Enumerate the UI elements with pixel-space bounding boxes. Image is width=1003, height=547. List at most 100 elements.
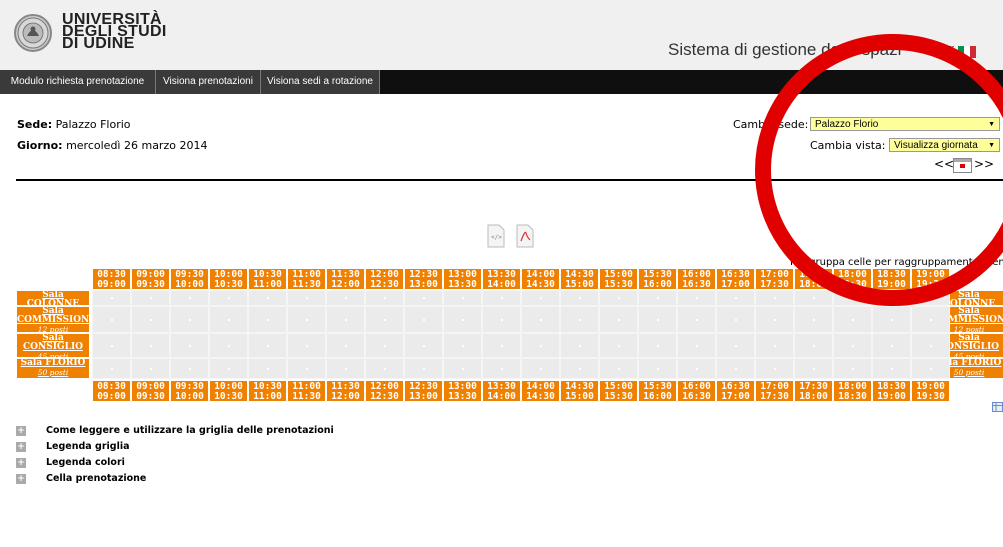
- booking-slot-cell[interactable]: [92, 358, 131, 379]
- booking-slot-cell[interactable]: [911, 306, 950, 333]
- booking-slot-cell[interactable]: [209, 358, 248, 379]
- room-name[interactable]: Sala FLORIO: [17, 359, 89, 368]
- booking-slot-cell[interactable]: [560, 333, 599, 358]
- booking-slot-cell[interactable]: [794, 358, 833, 379]
- booking-slot-cell[interactable]: [716, 290, 755, 306]
- tab-modulo-richiesta[interactable]: Modulo richiesta prenotazione: [0, 70, 156, 94]
- booking-slot-cell[interactable]: [911, 333, 950, 358]
- room-capacity[interactable]: 50 posti: [17, 368, 89, 377]
- booking-slot-cell[interactable]: [560, 290, 599, 306]
- booking-slot-cell[interactable]: [365, 290, 404, 306]
- booking-slot-cell[interactable]: [248, 333, 287, 358]
- booking-slot-cell[interactable]: [365, 358, 404, 379]
- booking-slot-cell[interactable]: [131, 358, 170, 379]
- booking-slot-cell[interactable]: [716, 306, 755, 333]
- booking-slot-cell[interactable]: [560, 306, 599, 333]
- booking-slot-cell[interactable]: [170, 358, 209, 379]
- booking-slot-cell[interactable]: [794, 333, 833, 358]
- booking-slot-cell[interactable]: [131, 290, 170, 306]
- booking-slot-cell[interactable]: [365, 306, 404, 333]
- booking-slot-cell[interactable]: [755, 333, 794, 358]
- booking-slot-cell[interactable]: [521, 358, 560, 379]
- spreadsheet-export-icon[interactable]: [992, 397, 1003, 412]
- booking-slot-cell[interactable]: [365, 333, 404, 358]
- export-pdf-icon[interactable]: [515, 224, 535, 248]
- booking-slot-cell[interactable]: [482, 290, 521, 306]
- room-capacity[interactable]: 12 posti: [17, 325, 89, 332]
- booking-slot-cell[interactable]: [521, 290, 560, 306]
- booking-slot-cell[interactable]: [638, 333, 677, 358]
- booking-slot-cell[interactable]: [131, 306, 170, 333]
- expand-plus-icon[interactable]: +: [16, 426, 26, 436]
- booking-slot-cell[interactable]: [443, 306, 482, 333]
- booking-slot-cell[interactable]: [170, 290, 209, 306]
- booking-slot-cell[interactable]: [794, 306, 833, 333]
- expand-plus-icon[interactable]: +: [16, 442, 26, 452]
- booking-slot-cell[interactable]: [482, 306, 521, 333]
- booking-slot-cell[interactable]: [92, 290, 131, 306]
- expand-plus-icon[interactable]: +: [16, 474, 26, 484]
- booking-slot-cell[interactable]: [209, 290, 248, 306]
- booking-slot-cell[interactable]: [209, 333, 248, 358]
- cambia-sede-select[interactable]: Palazzo Florio ▼: [810, 117, 1000, 131]
- booking-slot-cell[interactable]: [443, 290, 482, 306]
- booking-slot-cell[interactable]: [716, 333, 755, 358]
- booking-slot-cell[interactable]: [755, 306, 794, 333]
- booking-slot-cell[interactable]: [872, 290, 911, 306]
- booking-slot-cell[interactable]: [599, 358, 638, 379]
- booking-slot-cell[interactable]: [209, 306, 248, 333]
- booking-slot-cell[interactable]: [287, 306, 326, 333]
- booking-slot-cell[interactable]: [755, 290, 794, 306]
- room-name[interactable]: Sala CONSIGLIO: [17, 334, 89, 352]
- booking-slot-cell[interactable]: [404, 290, 443, 306]
- booking-slot-cell[interactable]: [872, 358, 911, 379]
- booking-slot-cell[interactable]: [521, 333, 560, 358]
- booking-slot-cell[interactable]: [404, 306, 443, 333]
- calendar-icon[interactable]: [953, 158, 972, 173]
- left-room-label[interactable]: Sala COLONNE20 posti: [16, 290, 90, 306]
- booking-slot-cell[interactable]: [677, 333, 716, 358]
- booking-slot-cell[interactable]: [794, 290, 833, 306]
- booking-slot-cell[interactable]: [911, 290, 950, 306]
- booking-slot-cell[interactable]: [677, 290, 716, 306]
- booking-slot-cell[interactable]: [92, 306, 131, 333]
- booking-slot-cell[interactable]: [872, 306, 911, 333]
- booking-slot-cell[interactable]: [404, 333, 443, 358]
- left-room-label[interactable]: Sala FLORIO 50 posti: [16, 358, 90, 379]
- booking-slot-cell[interactable]: [833, 290, 872, 306]
- uk-flag-icon[interactable]: [935, 43, 955, 59]
- booking-slot-cell[interactable]: [482, 333, 521, 358]
- booking-slot-cell[interactable]: [599, 333, 638, 358]
- booking-slot-cell[interactable]: [911, 358, 950, 379]
- room-name[interactable]: Sala COMMISSIONI: [17, 307, 89, 325]
- booking-slot-cell[interactable]: [248, 290, 287, 306]
- booking-slot-cell[interactable]: [287, 290, 326, 306]
- tab-visiona-sedi-rotazione[interactable]: Visiona sedi a rotazione: [261, 70, 380, 94]
- booking-slot-cell[interactable]: [833, 306, 872, 333]
- booking-slot-cell[interactable]: [482, 358, 521, 379]
- booking-slot-cell[interactable]: [872, 333, 911, 358]
- italy-flag-icon[interactable]: [958, 43, 976, 58]
- booking-slot-cell[interactable]: [248, 358, 287, 379]
- left-room-label[interactable]: Sala COMMISSIONI 12 posti: [16, 306, 90, 333]
- booking-slot-cell[interactable]: [677, 358, 716, 379]
- booking-slot-cell[interactable]: [599, 290, 638, 306]
- prev-day-button[interactable]: <<: [934, 157, 954, 171]
- booking-slot-cell[interactable]: [326, 290, 365, 306]
- booking-slot-cell[interactable]: [443, 333, 482, 358]
- left-room-label[interactable]: Sala CONSIGLIO 45 posti: [16, 333, 90, 358]
- booking-slot-cell[interactable]: [287, 333, 326, 358]
- booking-slot-cell[interactable]: [521, 306, 560, 333]
- booking-slot-cell[interactable]: [677, 306, 716, 333]
- booking-slot-cell[interactable]: [560, 358, 599, 379]
- group-cells-link[interactable]: Raggruppa celle per raggruppamento preno…: [790, 257, 1003, 268]
- booking-slot-cell[interactable]: [287, 358, 326, 379]
- booking-slot-cell[interactable]: [404, 358, 443, 379]
- next-day-button[interactable]: >>: [974, 157, 994, 171]
- booking-slot-cell[interactable]: [755, 358, 794, 379]
- tab-visiona-prenotazioni[interactable]: Visiona prenotazioni: [156, 70, 261, 94]
- booking-slot-cell[interactable]: [131, 333, 170, 358]
- booking-slot-cell[interactable]: [638, 290, 677, 306]
- booking-slot-cell[interactable]: [833, 333, 872, 358]
- booking-slot-cell[interactable]: [92, 333, 131, 358]
